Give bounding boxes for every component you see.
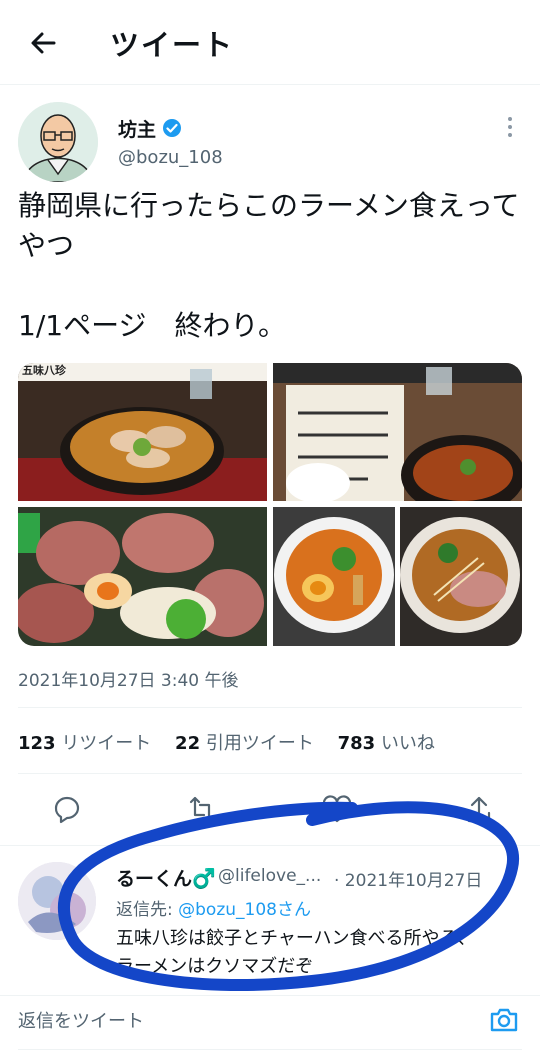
retweet-count[interactable]: 123 bbox=[18, 733, 56, 754]
ramen-photo-3[interactable] bbox=[18, 507, 267, 646]
divider bbox=[0, 995, 540, 996]
retweet-label[interactable]: リツイート bbox=[61, 733, 151, 754]
ramen-photo-2[interactable] bbox=[273, 363, 522, 515]
avatar[interactable] bbox=[18, 102, 98, 182]
back-arrow-icon[interactable] bbox=[26, 26, 60, 60]
divider bbox=[18, 707, 522, 708]
ramen-photo-4[interactable] bbox=[273, 507, 396, 646]
like-count[interactable]: 783 bbox=[338, 733, 376, 754]
like-label[interactable]: いいね bbox=[381, 733, 435, 754]
page-title: ツイート bbox=[110, 28, 235, 62]
camera-icon[interactable] bbox=[488, 1004, 520, 1036]
ramen-photo-5[interactable] bbox=[399, 507, 522, 646]
reply-composer-input[interactable]: 返信をツイート bbox=[18, 1007, 144, 1033]
more-options-icon[interactable] bbox=[500, 115, 520, 139]
annotation-circle bbox=[58, 801, 520, 992]
tweet-media-grid[interactable]: 五味八珍 bbox=[18, 363, 522, 646]
display-name[interactable]: 坊主 bbox=[118, 115, 156, 142]
quote-label[interactable]: 引用ツイート bbox=[206, 733, 314, 754]
engagement-stats: 123 リツイート 22 引用ツイート 783 いいね bbox=[18, 729, 453, 755]
user-handle[interactable]: @bozu_108 bbox=[118, 147, 223, 168]
quote-count[interactable]: 22 bbox=[175, 733, 200, 754]
media-caption: 五味八珍 bbox=[22, 363, 67, 377]
divider bbox=[18, 1049, 522, 1050]
divider bbox=[18, 773, 522, 774]
tweet-text: 静岡県に行ったらこのラーメン食えって やつ 1/1ページ 終わり。 bbox=[18, 189, 520, 342]
verified-badge-icon bbox=[163, 119, 181, 137]
ramen-photo-1[interactable] bbox=[18, 363, 267, 501]
tweet-timestamp[interactable]: 2021年10月27日 3:40 午後 bbox=[18, 666, 239, 691]
top-bar bbox=[0, 0, 540, 85]
